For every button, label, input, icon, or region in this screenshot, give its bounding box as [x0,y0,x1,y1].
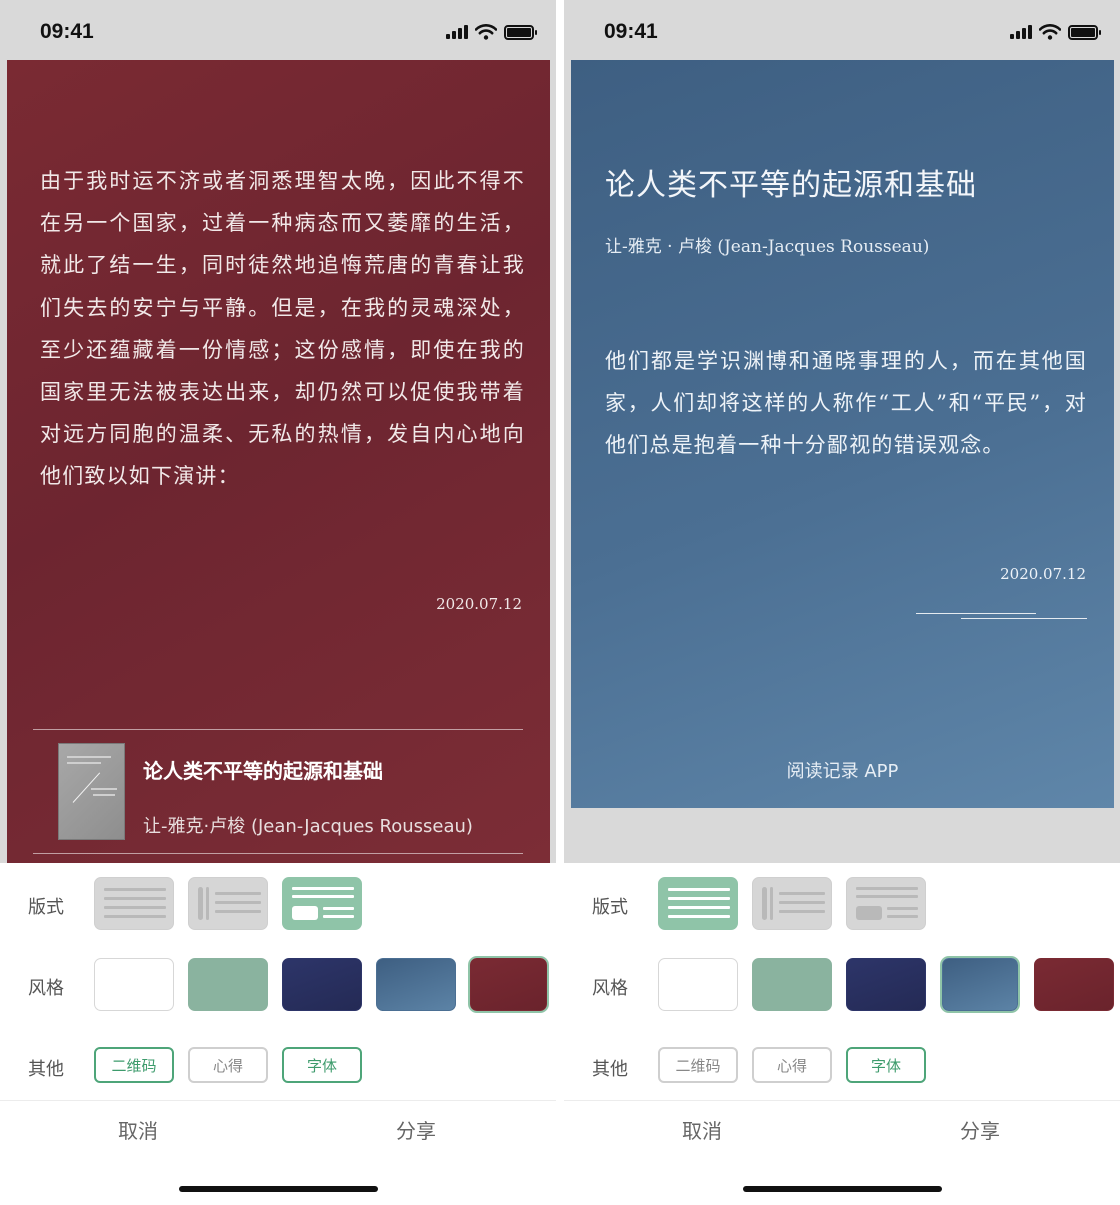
style-swatch-white[interactable] [94,958,174,1011]
style-swatch-red[interactable] [470,958,547,1011]
cancel-button[interactable]: 取消 [682,1115,722,1144]
book-cover-thumbnail [58,743,125,840]
qr-code-toggle[interactable]: 二维码 [94,1047,174,1083]
font-toggle[interactable]: 字体 [282,1047,362,1083]
divider-bottom [33,853,523,854]
status-time: 09:41 [40,20,94,43]
signal-icon [1010,25,1032,39]
layout-option-quote-bar[interactable] [752,877,832,930]
status-bar: 09:41 [564,0,1120,60]
book-author: 让-雅克 · 卢梭 (Jean-Jacques Rousseau) [605,237,930,257]
screen-gap [556,0,564,1205]
status-bar: 09:41 [0,0,556,60]
phone-screen-right: 09:41 论人类不平等的起源和基础 让-雅克 · 卢梭 (Jean-Jacqu… [564,0,1120,1205]
quote-text: 他们都是学识渊博和通晓事理的人，而在其他国家，人们却将这样的人称作“工人”和“平… [605,349,1087,458]
style-swatch-green[interactable] [752,958,832,1011]
home-indicator [179,1186,378,1192]
style-row-label: 风格 [28,978,64,999]
layout-row-label: 版式 [28,897,64,918]
share-card-preview: 论人类不平等的起源和基础 让-雅克 · 卢梭 (Jean-Jacques Rou… [571,60,1114,808]
share-button[interactable]: 分享 [960,1115,1000,1144]
style-swatch-blue[interactable] [942,958,1018,1011]
signature-line-1 [916,613,1036,614]
divider-top [33,729,523,730]
layout-option-text[interactable] [94,877,174,930]
style-swatch-white[interactable] [658,958,738,1011]
layout-option-quote-bar[interactable] [188,877,268,930]
notes-toggle[interactable]: 心得 [752,1047,832,1083]
style-row-label: 风格 [592,978,628,999]
style-swatch-navy[interactable] [282,958,362,1011]
status-time: 09:41 [604,20,658,43]
layout-option-book-card[interactable] [282,877,362,930]
date-label: 2020.07.12 [1000,565,1086,583]
book-title: 论人类不平等的起源和基础 [143,759,383,783]
layout-option-book-card[interactable] [846,877,926,930]
status-icons [1010,22,1101,42]
book-author: 让-雅克·卢梭 (Jean-Jacques Rousseau) [143,816,473,837]
wifi-icon [475,24,497,40]
style-swatch-navy[interactable] [846,958,926,1011]
style-swatch-blue[interactable] [376,958,456,1011]
app-brand-label: 阅读记录 APP [786,761,899,782]
footer-divider [0,1100,556,1101]
other-row-label: 其他 [28,1059,64,1080]
battery-icon [1068,24,1101,40]
share-card-preview: 由于我时运不济或者洞悉理智太晚，因此不得不在另一个国家，过着一种病态而又萎靡的生… [7,60,550,863]
style-swatch-green[interactable] [188,958,268,1011]
layout-option-text[interactable] [658,877,738,930]
notes-toggle[interactable]: 心得 [188,1047,268,1083]
other-row-label: 其他 [592,1059,628,1080]
wifi-icon [1039,24,1061,40]
layout-row-label: 版式 [592,897,628,918]
font-toggle[interactable]: 字体 [846,1047,926,1083]
style-swatch-red[interactable] [1034,958,1114,1011]
battery-icon [504,24,537,40]
phone-screen-left: 09:41 由于我时运不济或者洞悉理智太晚，因此不得不在另一个国家，过着一种病态… [0,0,556,1205]
status-icons [446,22,537,42]
date-label: 2020.07.12 [436,595,522,613]
share-button[interactable]: 分享 [396,1115,436,1144]
book-title: 论人类不平等的起源和基础 [605,168,977,203]
signature-line-2 [961,618,1087,619]
signal-icon [446,25,468,39]
share-settings-panel: 版式 风格 其他 二维码 心得 字体 取消 分享 [0,863,556,1205]
footer-divider [564,1100,1120,1101]
home-indicator [743,1186,942,1192]
share-settings-panel: 版式 风格 其他 二维码 心得 字体 取消 分享 [564,863,1120,1205]
quote-text: 由于我时运不济或者洞悉理智太晚，因此不得不在另一个国家，过着一种病态而又萎靡的生… [40,169,525,489]
cancel-button[interactable]: 取消 [118,1115,158,1144]
qr-code-toggle[interactable]: 二维码 [658,1047,738,1083]
